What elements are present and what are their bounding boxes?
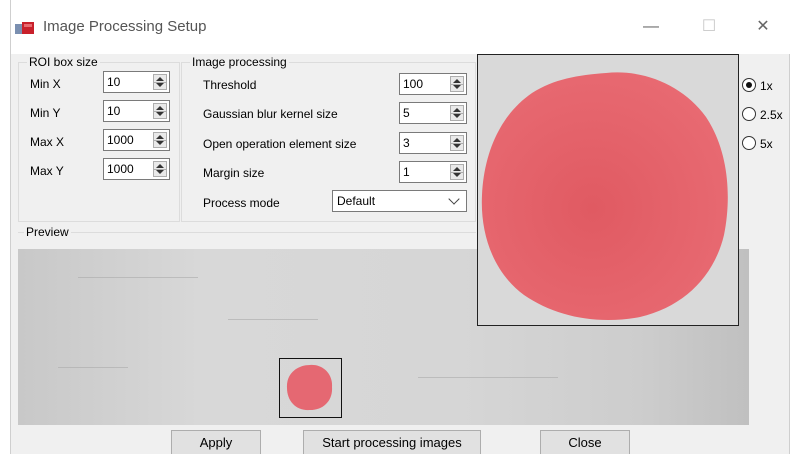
max-y-stepper[interactable] [153,161,167,177]
zoom-2-5x-radio[interactable] [742,107,756,121]
max-y-label: Max Y [30,164,64,178]
maximize-button[interactable]: ☐ [689,12,729,42]
window-title: Image Processing Setup [43,18,207,35]
minimize-button[interactable]: — [631,12,671,42]
open-operation-input[interactable]: 3 [399,132,467,154]
min-x-value: 10 [107,75,121,89]
max-x-stepper[interactable] [153,132,167,148]
chevron-down-icon [448,193,460,205]
min-x-stepper[interactable] [153,74,167,90]
title-bar: Image Processing Setup — ☐ ✕ [11,0,791,54]
threshold-label: Threshold [203,78,257,92]
zoom-1x-label[interactable]: 1x [760,79,773,93]
open-operation-stepper[interactable] [450,135,464,151]
open-operation-value: 3 [403,136,410,150]
close-button[interactable]: Close [540,430,630,454]
close-window-button[interactable]: ✕ [743,12,783,42]
roi-blob [286,364,333,411]
margin-size-label: Margin size [203,166,265,180]
gaussian-blur-value: 5 [403,106,410,120]
process-mode-select[interactable]: Default [332,190,467,212]
min-y-value: 10 [107,104,121,118]
zoom-2-5x-label[interactable]: 2.5x [760,108,783,122]
preview-label: Preview [24,225,71,239]
max-y-input[interactable]: 1000 [103,158,170,180]
max-x-value: 1000 [107,133,134,147]
roi-group-label: ROI box size [27,55,100,69]
max-y-value: 1000 [107,162,134,176]
threshold-input[interactable]: 100 [399,73,467,95]
app-icon [15,22,34,34]
zoom-5x-radio[interactable] [742,136,756,150]
gaussian-blur-input[interactable]: 5 [399,102,467,124]
zoomed-blob-image [478,55,738,325]
min-x-label: Min X [30,77,61,91]
zoom-1x-radio[interactable] [742,78,756,92]
min-y-stepper[interactable] [153,103,167,119]
gaussian-blur-label: Gaussian blur kernel size [203,107,338,121]
process-mode-label: Process mode [203,196,280,210]
min-y-label: Min Y [30,106,61,120]
image-processing-group-label: Image processing [190,55,289,69]
max-x-label: Max X [30,135,65,149]
margin-size-input[interactable]: 1 [399,161,467,183]
threshold-value: 100 [403,77,424,91]
margin-size-value: 1 [403,165,410,179]
image-processing-setup-window: Image Processing Setup — ☐ ✕ ROI box siz… [10,0,791,454]
roi-box[interactable] [279,358,342,418]
threshold-stepper[interactable] [450,76,464,92]
open-operation-label: Open operation element size [203,137,357,151]
apply-button[interactable]: Apply [171,430,261,454]
preview-divider [18,232,476,233]
min-x-input[interactable]: 10 [103,71,170,93]
max-x-input[interactable]: 1000 [103,129,170,151]
process-mode-value: Default [337,194,376,208]
zoomed-roi-view [477,54,739,326]
start-processing-button[interactable]: Start processing images [303,430,481,454]
margin-size-stepper[interactable] [450,164,464,180]
zoom-5x-label[interactable]: 5x [760,137,773,151]
min-y-input[interactable]: 10 [103,100,170,122]
gaussian-blur-stepper[interactable] [450,105,464,121]
